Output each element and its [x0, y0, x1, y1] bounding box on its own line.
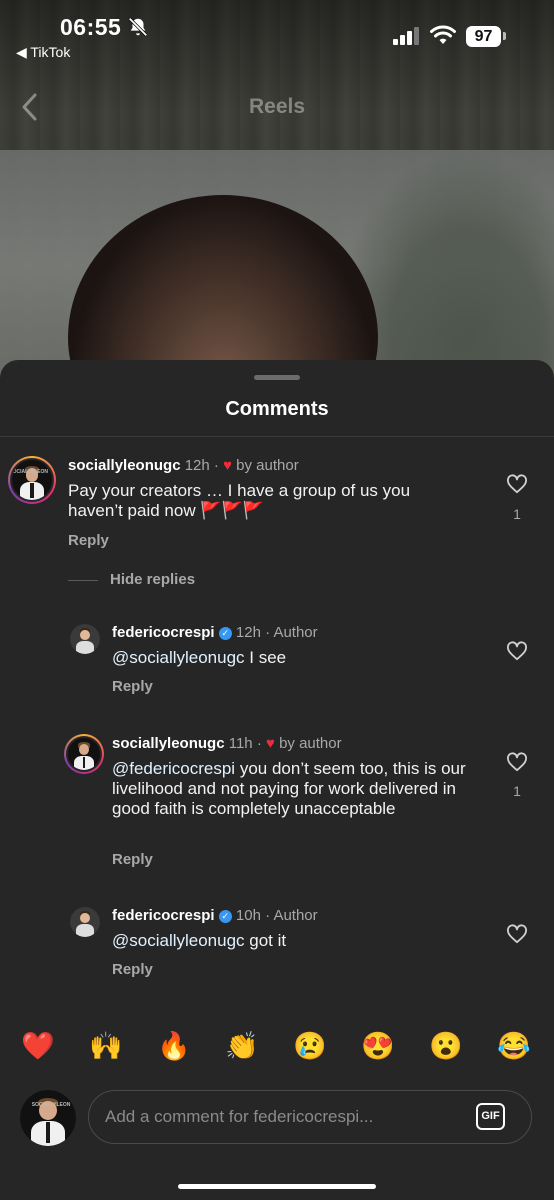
- hide-replies-button[interactable]: Hide replies: [110, 571, 195, 588]
- status-bar: 06:55 ◀ TikTok 97: [0, 0, 554, 70]
- reply-button[interactable]: Reply: [68, 532, 109, 549]
- emoji-surprised-button[interactable]: 😮: [426, 1030, 466, 1062]
- divider: [68, 580, 98, 581]
- divider: [0, 436, 554, 437]
- liked-by-author-label: by author: [236, 457, 299, 474]
- bell-off-icon: [128, 17, 148, 37]
- separator: ·: [213, 457, 219, 474]
- status-time: 06:55: [60, 14, 122, 40]
- emoji-laughing-button[interactable]: 😂: [494, 1030, 534, 1062]
- verified-badge-icon: ✓: [218, 627, 232, 640]
- author-label: Author: [273, 624, 318, 641]
- emoji-clap-button[interactable]: 👏: [222, 1030, 262, 1062]
- reply-text: @federicocrespi you don’t seem too, this…: [112, 759, 482, 819]
- reply-button[interactable]: Reply: [112, 961, 153, 978]
- like-count: 1: [513, 783, 521, 799]
- reply-text-body: got it: [244, 931, 287, 950]
- emoji-quick-bar: ❤️ 🙌 🔥 👏 😢 😍 😮 😂: [0, 1030, 554, 1074]
- separator: ·: [256, 735, 262, 752]
- comment-text: Pay your creators … I have a group of us…: [68, 481, 411, 520]
- comment-time: 12h: [184, 457, 210, 474]
- separator: ·: [265, 624, 271, 641]
- author-label: Author: [273, 907, 318, 924]
- reply-meta: sociallyleonugc 11h · ♥ by author: [112, 735, 342, 752]
- reply-meta: federicocrespi ✓ 10h · Author: [112, 907, 318, 924]
- emoji-raised-hands-button[interactable]: 🙌: [86, 1030, 126, 1062]
- home-indicator[interactable]: [178, 1184, 376, 1189]
- gif-button[interactable]: GIF: [476, 1103, 505, 1130]
- reply-time: 12h: [235, 624, 261, 641]
- wifi-icon: [430, 25, 456, 44]
- verified-badge-icon: ✓: [218, 910, 232, 923]
- reply-username[interactable]: sociallyleonugc: [112, 735, 225, 752]
- separator: ·: [265, 907, 271, 924]
- mention-link[interactable]: @sociallyleonugc: [112, 648, 245, 667]
- reply-time: 11h: [228, 735, 253, 752]
- page-title: Reels: [248, 95, 306, 118]
- reply-text: @sociallyleonugc got it: [112, 931, 492, 951]
- reply-username[interactable]: federicocrespi: [112, 624, 215, 641]
- heart-outline-icon[interactable]: [506, 752, 528, 772]
- reply-username[interactable]: federicocrespi: [112, 907, 215, 924]
- author-heart-icon: ♥: [265, 735, 275, 752]
- cellular-signal-icon: [393, 27, 419, 45]
- avatar[interactable]: [64, 734, 104, 774]
- sheet-title: Comments: [225, 398, 329, 420]
- avatar[interactable]: [70, 624, 100, 654]
- comment-meta: sociallyleonugc 12h · ♥ by author: [68, 457, 299, 474]
- comment-input[interactable]: [88, 1090, 532, 1144]
- back-to-app-link[interactable]: ◀ TikTok: [16, 44, 70, 61]
- battery-tip: [503, 32, 506, 40]
- comment-username[interactable]: sociallyleonugc: [68, 457, 181, 474]
- heart-outline-icon[interactable]: [506, 641, 528, 661]
- emoji-heart-eyes-button[interactable]: 😍: [358, 1030, 398, 1062]
- sheet-grabber[interactable]: [254, 375, 300, 380]
- battery-level: 97: [466, 26, 501, 47]
- author-heart-icon: ♥: [223, 457, 232, 474]
- liked-by-author-label: by author: [279, 735, 342, 752]
- emoji-heart-button[interactable]: ❤️: [18, 1030, 58, 1062]
- comments-sheet: Comments SOCIALLYLEON sociallyleonugc 12…: [0, 360, 554, 1200]
- reply-text: @sociallyleonugc I see: [112, 648, 492, 668]
- reply-meta: federicocrespi ✓ 12h · Author: [112, 624, 318, 641]
- avatar[interactable]: [70, 907, 100, 937]
- heart-outline-icon[interactable]: [506, 474, 528, 494]
- reply-time: 10h: [235, 907, 261, 924]
- avatar[interactable]: SOCIALLYLEON: [8, 456, 56, 504]
- my-avatar: SOCIALLYLEON: [20, 1090, 76, 1146]
- reply-button[interactable]: Reply: [112, 678, 153, 695]
- mention-link[interactable]: @federicocrespi: [112, 759, 235, 778]
- emoji-crying-button[interactable]: 😢: [290, 1030, 330, 1062]
- like-count: 1: [513, 506, 521, 522]
- reply-text-body: I see: [244, 648, 287, 667]
- mention-link[interactable]: @sociallyleonugc: [112, 931, 245, 950]
- reply-button[interactable]: Reply: [112, 851, 153, 868]
- emoji-fire-button[interactable]: 🔥: [154, 1030, 194, 1062]
- heart-outline-icon[interactable]: [506, 924, 528, 944]
